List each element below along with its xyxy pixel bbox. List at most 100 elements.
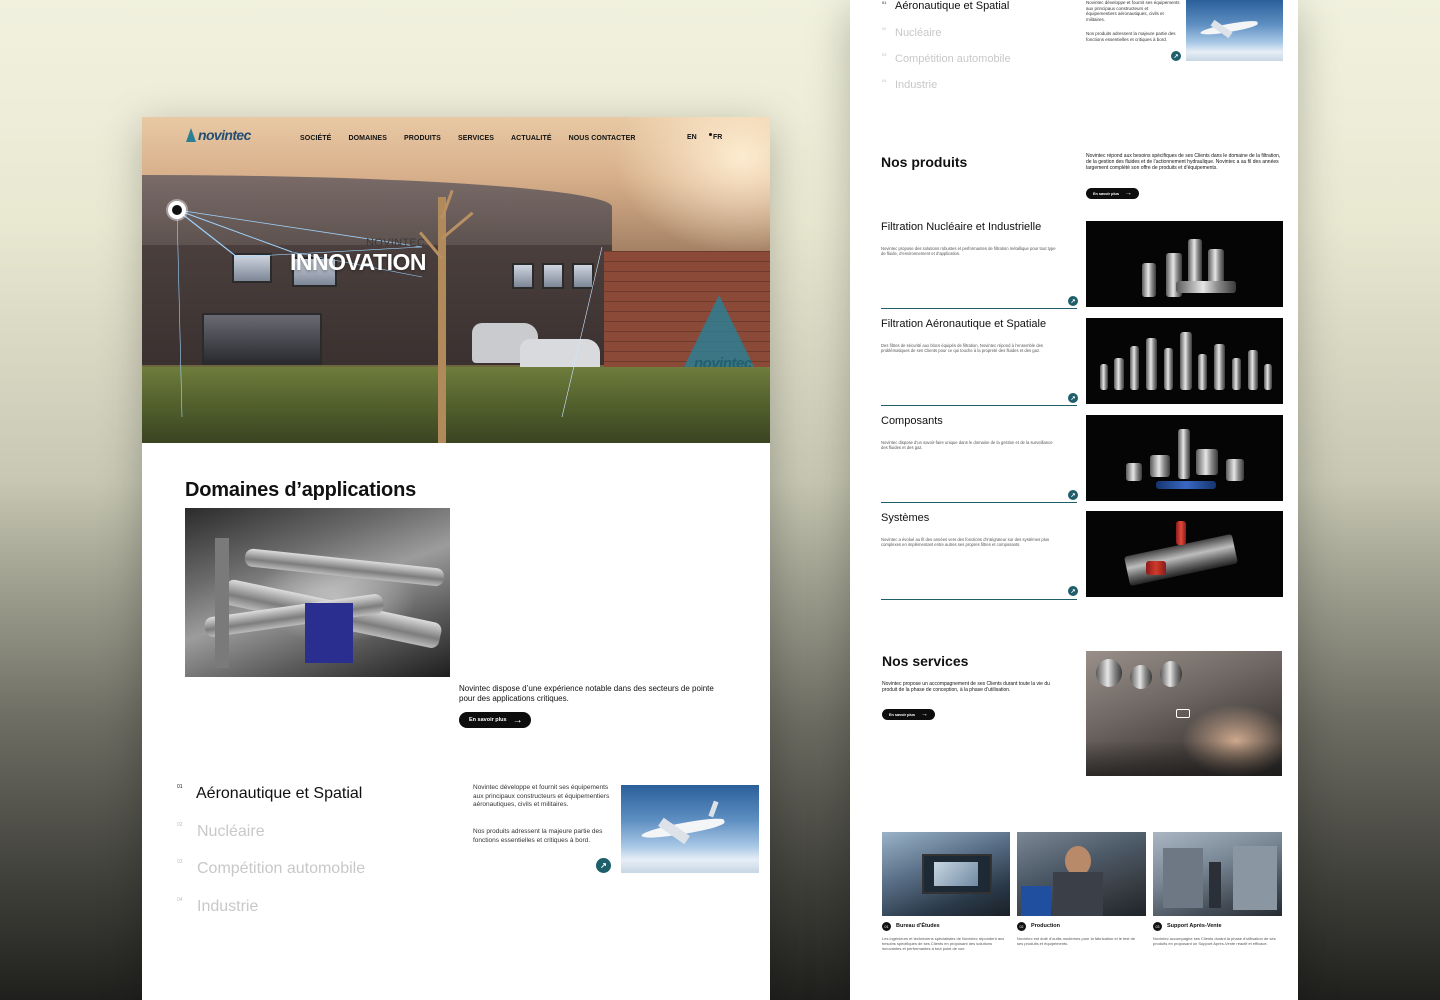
card-title: Support Après-Vente [1167, 923, 1222, 929]
app-item-aero[interactable]: Aéronautique et Spatial [196, 785, 362, 803]
filter-shape [1198, 354, 1207, 390]
part-shape [1130, 665, 1152, 689]
system-shape [1146, 561, 1166, 575]
machine [1233, 846, 1277, 910]
arrow-right-icon: → [1124, 190, 1132, 197]
card-description: Les ingénieurs et techniciens spécialist… [882, 936, 1005, 951]
app-item-auto[interactable]: Compétition automobile [895, 53, 1011, 65]
filter-shape [1142, 263, 1156, 297]
app-num: 03 [177, 859, 183, 865]
homepage-mockup-left: novintec NOVINTEC INNOVATION novintec SO… [142, 117, 770, 1000]
logo-text: novintec [198, 127, 251, 143]
production-photo [1017, 832, 1146, 916]
airplane-photo [621, 785, 759, 873]
product-photo-nuclear-filters [1086, 221, 1283, 307]
hero-brand: NOVINTEC INNOVATION [290, 237, 426, 276]
logo-triangle-icon [186, 128, 196, 142]
card-title: Production [1031, 923, 1061, 929]
app-num: 04 [177, 897, 183, 903]
app-item-nucleaire[interactable]: Nucléaire [895, 27, 941, 39]
nav-link-societe[interactable]: SOCIÉTÉ [300, 135, 331, 142]
person [1209, 862, 1221, 908]
domaines-title: Domaines d’applications [185, 479, 417, 501]
app-num: 02 [882, 26, 887, 31]
filter-shape [1180, 332, 1192, 390]
app-description-1: Novintec développe et fournit ses équipe… [473, 784, 610, 808]
component-shape [1156, 481, 1216, 489]
divider [881, 308, 1077, 309]
component-shape [1226, 459, 1244, 481]
system-shape [1176, 521, 1186, 545]
diagonal-arrow-icon[interactable]: ↗ [1068, 296, 1078, 306]
diagonal-arrow-icon[interactable]: ↗ [1171, 51, 1181, 61]
product-title: Systèmes [881, 512, 930, 524]
filter-shape [1130, 346, 1139, 390]
produits-more-button[interactable]: En savoir plus → [1086, 188, 1139, 199]
nav-link-contact[interactable]: NOUS CONTACTER [569, 135, 636, 142]
machine [1163, 848, 1203, 908]
app-item-nucleaire[interactable]: Nucléaire [197, 823, 265, 841]
app-num: 03 [882, 52, 887, 57]
diagonal-arrow-icon[interactable]: ↗ [1068, 393, 1078, 403]
homepage-mockup-right: 01 Aéronautique et Spatial 02 Nucléaire … [850, 0, 1298, 1000]
diagonal-arrow-icon[interactable]: ↗ [596, 858, 611, 873]
filter-shape [1248, 350, 1258, 390]
nav-links: SOCIÉTÉ DOMAINES PRODUITS SERVICES ACTUA… [300, 135, 653, 142]
filter-shape [1264, 364, 1272, 390]
app-item-aero[interactable]: Aéronautique et Spatial [895, 0, 1009, 12]
app-item-industrie[interactable]: Industrie [197, 898, 258, 916]
app-description-2: Nos produits adressent la majeure partie… [473, 828, 603, 844]
shadow-overlay [1086, 741, 1282, 776]
product-description: Novintec propose des solutions robustes … [881, 246, 1056, 257]
product-description: Des filtres de sécurité aux blocs équipé… [881, 343, 1044, 354]
app-num: 02 [177, 822, 183, 828]
site-logo[interactable]: novintec [186, 127, 251, 143]
nav-link-services[interactable]: SERVICES [458, 135, 494, 142]
support-photo [1153, 832, 1282, 916]
hero-pin-icon [168, 201, 186, 219]
product-photo-components [1086, 415, 1283, 501]
diagonal-arrow-icon[interactable]: ↗ [1068, 490, 1078, 500]
produits-title: Nos produits [881, 154, 968, 170]
person-body [1053, 872, 1103, 916]
filter-shape [1176, 281, 1236, 293]
component-shape [1178, 429, 1190, 479]
product-title: Filtration Aéronautique et Spatiale [881, 318, 1047, 330]
lang-active-dot [709, 133, 712, 136]
app-num: 01 [882, 0, 887, 5]
filter-shape [1146, 338, 1157, 390]
filter-shape [1214, 344, 1225, 390]
app-num: 04 [882, 78, 887, 83]
lang-fr[interactable]: FR [713, 134, 722, 141]
services-title: Nos services [882, 653, 969, 669]
app-item-auto[interactable]: Compétition automobile [197, 860, 365, 878]
component-shape [1150, 455, 1170, 477]
filter-shape [1164, 348, 1173, 390]
product-photo-aero-filters [1086, 318, 1283, 404]
nav-link-actualite[interactable]: ACTUALITÉ [511, 135, 552, 142]
app-num: 01 [177, 784, 183, 790]
button-label: En savoir plus [469, 717, 507, 723]
pillar [215, 538, 229, 668]
hero-brand-small: NOVINTEC [366, 237, 426, 249]
arrow-right-icon: → [920, 711, 928, 718]
card-number: 03 [1153, 922, 1162, 931]
lang-en[interactable]: EN [687, 134, 697, 141]
product-title: Filtration Nucléaire et Industrielle [881, 221, 1042, 233]
filter-shape [1114, 358, 1124, 390]
domaines-more-button[interactable]: En savoir plus → [459, 712, 531, 728]
connection-lines [176, 209, 603, 418]
product-description: Novintec a évolué au fil des années vers… [881, 537, 1050, 548]
cabinet [1021, 886, 1051, 916]
services-more-button[interactable]: En savoir plus → [882, 709, 935, 720]
component-shape [1126, 463, 1142, 481]
airplane-photo [1186, 0, 1283, 61]
filter-shape [1232, 358, 1241, 390]
card-title: Bureau d’Études [896, 923, 940, 929]
diagonal-arrow-icon[interactable]: ↗ [1068, 586, 1078, 596]
nav-link-produits[interactable]: PRODUITS [404, 135, 441, 142]
app-item-industrie[interactable]: Industrie [895, 79, 937, 91]
divider [881, 599, 1077, 600]
nav-link-domaines[interactable]: DOMAINES [348, 135, 387, 142]
product-title: Composants [881, 415, 943, 427]
